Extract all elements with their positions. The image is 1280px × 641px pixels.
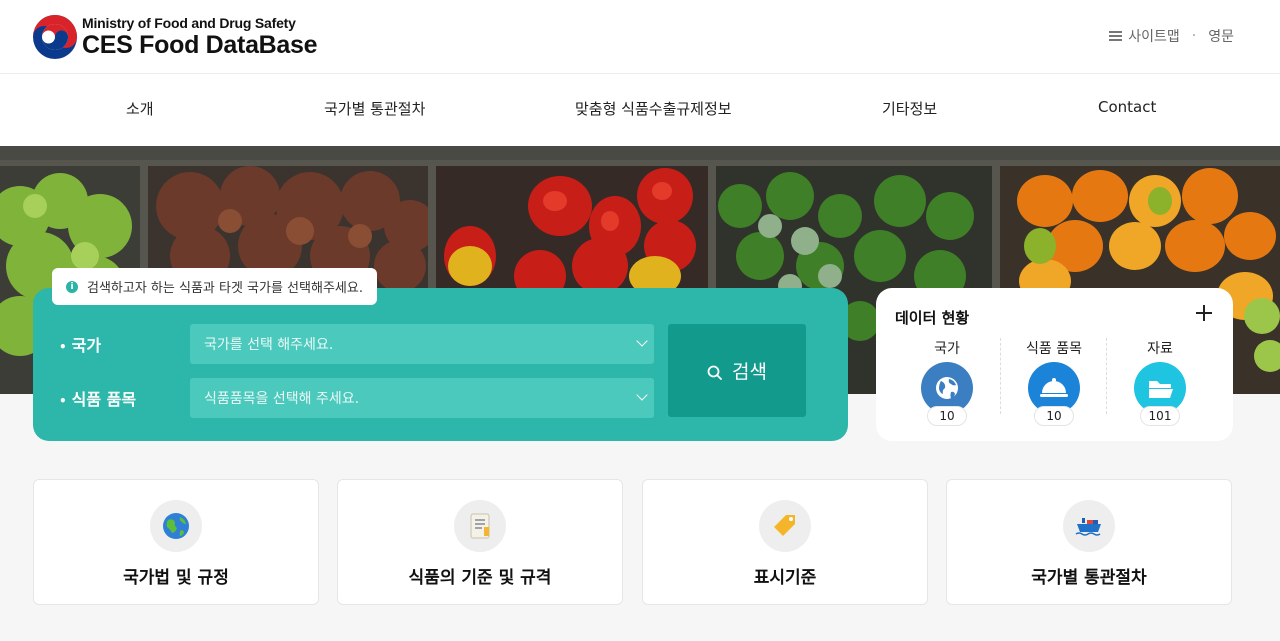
info-icon: i [66, 280, 78, 293]
main-navigation: 소개 국가별 통관절차 맞춤형 식품수출규제정보 기타정보 Contact [0, 74, 1280, 146]
card-title: 국가법 및 규정 [123, 568, 229, 588]
stat-count: 10 [1034, 406, 1074, 426]
stat-label: 국가 [934, 341, 960, 357]
data-status-panel: 데이터 현황 국가 10 식품 품목 10 자료 101 [876, 288, 1233, 441]
card-labeling-standards[interactable]: 표시기준 [642, 479, 928, 605]
stat-divider [1106, 338, 1107, 414]
stat-count: 10 [927, 406, 967, 426]
nav-item-customs[interactable]: 국가별 통관절차 [324, 98, 425, 119]
card-customs-procedures[interactable]: 국가별 통관절차 [946, 479, 1232, 605]
util-separator: · [1191, 28, 1197, 44]
stat-divider [1000, 338, 1001, 414]
hamburger-menu-icon [1109, 31, 1123, 41]
card-national-laws[interactable]: 국가법 및 규정 [33, 479, 319, 605]
food-item-select[interactable]: 식품품목을 선택해 주세요. [190, 378, 654, 418]
cargo-ship-icon [1063, 500, 1115, 552]
nav-item-about[interactable]: 소개 [126, 98, 154, 119]
stat-country[interactable]: 국가 10 [907, 338, 987, 426]
search-button[interactable]: 검색 [668, 324, 806, 417]
search-panel: • 국가 국가를 선택 해주세요. • 식품 품목 식품품목을 선택해 주세요. 검… [33, 288, 848, 441]
sitemap-link[interactable]: 사이트맵 [1128, 26, 1180, 46]
utility-links: 사이트맵 · 영문 [1109, 26, 1234, 46]
stat-materials[interactable]: 자료 101 [1120, 338, 1200, 426]
notice-text: 검색하고자 하는 식품과 타겟 국가를 선택해주세요. [87, 281, 363, 296]
nav-item-other-info[interactable]: 기타정보 [882, 98, 937, 119]
nav-item-export-regulations[interactable]: 맞춤형 식품수출규제정보 [575, 98, 732, 119]
stat-label: 식품 품목 [1026, 341, 1082, 357]
site-name: CES Food DataBase [82, 31, 318, 59]
search-icon [707, 363, 722, 380]
search-notice: i 검색하고자 하는 식품과 타겟 국가를 선택해주세요. [52, 268, 377, 305]
food-item-field-label: • 식품 품목 [59, 390, 137, 409]
nav-item-contact[interactable]: Contact [1098, 98, 1156, 116]
chevron-down-icon [636, 389, 648, 401]
stat-food-items[interactable]: 식품 품목 10 [1014, 338, 1094, 426]
earth-globe-icon [150, 500, 202, 552]
card-title: 국가별 통관절차 [1031, 568, 1147, 588]
plus-icon[interactable] [1196, 305, 1212, 321]
document-icon [454, 500, 506, 552]
stat-label: 자료 [1147, 341, 1173, 357]
english-link[interactable]: 영문 [1208, 26, 1234, 46]
org-name: Ministry of Food and Drug Safety [82, 15, 296, 31]
stat-count: 101 [1140, 406, 1180, 426]
country-select-placeholder: 국가를 선택 해주세요. [204, 337, 334, 353]
card-title: 표시기준 [753, 568, 817, 588]
card-title: 식품의 기준 및 규격 [408, 568, 552, 588]
card-food-standards[interactable]: 식품의 기준 및 규격 [337, 479, 623, 605]
country-select[interactable]: 국가를 선택 해주세요. [190, 324, 654, 364]
data-status-title: 데이터 현황 [895, 309, 970, 327]
chevron-down-icon [636, 335, 648, 347]
country-field-label: • 국가 [59, 336, 102, 355]
taegeuk-logo-icon [32, 14, 78, 60]
food-item-select-placeholder: 식품품목을 선택해 주세요. [204, 391, 360, 407]
label-tag-icon [759, 500, 811, 552]
search-button-label: 검색 [732, 361, 767, 383]
site-logo[interactable]: Ministry of Food and Drug Safety CES Foo… [32, 14, 318, 60]
site-header: Ministry of Food and Drug Safety CES Foo… [0, 0, 1280, 74]
